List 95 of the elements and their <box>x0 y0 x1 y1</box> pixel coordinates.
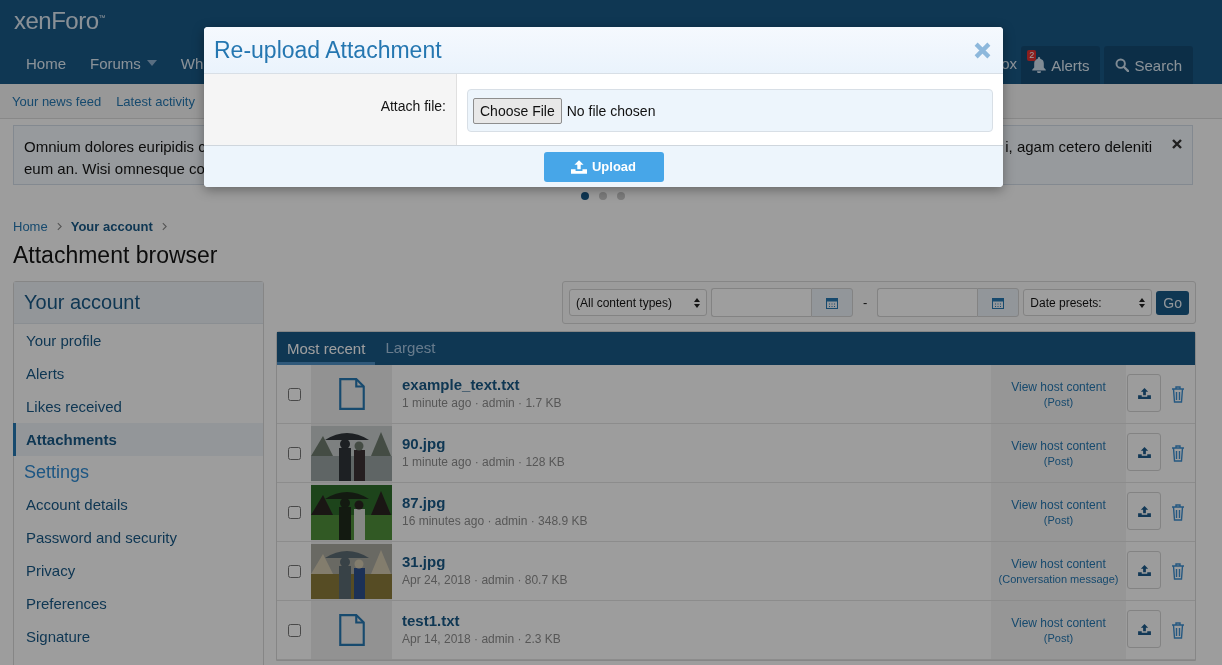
tab[interactable]: Largest <box>375 332 446 365</box>
range-separator: - <box>861 295 869 310</box>
file-meta: 1 minute ago · admin · 128 KB <box>402 455 566 469</box>
row-checkbox[interactable] <box>287 387 301 401</box>
site-logo[interactable]: xenForo$^{™}$ <box>14 7 106 35</box>
updown-icon <box>1139 297 1146 308</box>
sidebar-heading: Settings <box>23 461 91 484</box>
go-button[interactable]: Go <box>1156 290 1189 315</box>
host-type-label: (Conversation message) <box>998 573 1119 585</box>
upload-icon <box>1137 446 1151 458</box>
carousel-dot[interactable] <box>599 192 607 200</box>
sidebar-item[interactable]: Account details <box>13 488 263 521</box>
nav-link[interactable]: Forums <box>78 42 169 84</box>
host-type-label: (Post) <box>1043 632 1074 644</box>
sidebar-item[interactable]: Signature <box>13 620 263 653</box>
sub-nav-link[interactable]: Latest activity <box>116 93 195 109</box>
date-presets-select[interactable]: Date presets: <box>1023 289 1153 316</box>
breadcrumb-link[interactable]: Home <box>13 219 48 234</box>
file-status: No file chosen <box>566 102 656 119</box>
sidebar-item[interactable]: Alerts <box>13 357 263 390</box>
upload-icon <box>1137 505 1151 517</box>
calendar-button[interactable] <box>810 288 853 317</box>
notice-text: i, agam cetero deleniti <box>1005 137 1152 157</box>
calendar-icon <box>825 296 838 309</box>
updown-icon <box>693 297 700 308</box>
upload-icon <box>1137 623 1151 635</box>
row-checkbox[interactable] <box>287 446 301 460</box>
sub-nav-link[interactable]: Your news feed <box>12 93 102 109</box>
upload-button[interactable] <box>1127 433 1161 471</box>
upload-button[interactable] <box>1127 374 1161 412</box>
file-meta: Apr 14, 2018 · admin · 2.3 KB <box>402 632 562 646</box>
host-content-link[interactable]: View host content <box>1011 557 1106 571</box>
upload-icon <box>1137 387 1151 399</box>
carousel-dot[interactable] <box>617 192 625 200</box>
upload-button[interactable] <box>1127 551 1161 589</box>
calendar-icon <box>992 296 1005 309</box>
file-icon <box>338 614 365 646</box>
trash-icon <box>1171 621 1185 639</box>
host-content-link[interactable]: View host content <box>1011 380 1106 394</box>
upload-button[interactable] <box>1127 492 1161 530</box>
dialog-title: Re-upload Attachment <box>214 36 442 64</box>
close-icon[interactable] <box>1172 139 1182 149</box>
file-name-link[interactable]: example_text.txt <box>402 376 981 393</box>
sidebar-item[interactable]: Attachments <box>13 423 263 456</box>
file-icon <box>338 378 365 410</box>
bell-icon <box>1032 57 1047 73</box>
chevron-icon <box>56 222 62 231</box>
host-type-label: (Post) <box>1043 396 1074 408</box>
sidebar-item[interactable]: Preferences <box>13 587 263 620</box>
file-name-link[interactable]: 87.jpg <box>402 494 981 511</box>
upload-icon <box>570 159 587 174</box>
row-checkbox[interactable] <box>287 564 301 578</box>
carousel-dot[interactable] <box>581 192 589 200</box>
sidebar-item[interactable]: Your profile <box>13 324 263 357</box>
file-input[interactable]: Choose File No file chosen <box>467 89 993 132</box>
host-content-link[interactable]: View host content <box>1011 439 1106 453</box>
trash-icon <box>1171 385 1185 403</box>
trash-icon <box>1171 444 1185 462</box>
breadcrumb-link[interactable]: Your account <box>70 219 153 234</box>
sidebar-item[interactable]: Likes received <box>13 390 263 423</box>
search-button[interactable]: Search <box>1104 46 1193 84</box>
host-type-label: (Post) <box>1043 514 1074 526</box>
upload-button[interactable] <box>1127 610 1161 648</box>
chevron-icon <box>161 222 167 231</box>
host-type-label: (Post) <box>1043 455 1074 467</box>
sidebar-item[interactable]: Privacy <box>13 554 263 587</box>
file-meta: Apr 24, 2018 · admin · 80.7 KB <box>402 573 569 587</box>
start-date-field[interactable] <box>710 288 811 317</box>
upload-submit-button[interactable]: Upload <box>543 151 664 182</box>
upload-icon <box>1137 564 1151 576</box>
trash-icon <box>1171 562 1185 580</box>
file-meta: 16 minutes ago · admin · 348.9 KB <box>402 514 589 528</box>
field-label: Attach file: <box>204 74 457 145</box>
alerts-button[interactable]: 2 Alerts <box>1021 46 1101 84</box>
trash-icon <box>1171 503 1185 521</box>
notice-text: eum an. Wisi omnesque co <box>24 159 206 179</box>
alert-count-badge: 2 <box>1027 50 1037 61</box>
caret-icon <box>146 60 157 66</box>
host-content-link[interactable]: View host content <box>1011 498 1106 512</box>
file-name-link[interactable]: 31.jpg <box>402 553 981 570</box>
file-name-link[interactable]: 90.jpg <box>402 435 981 452</box>
row-checkbox[interactable] <box>287 505 301 519</box>
host-content-link[interactable]: View host content <box>1011 616 1106 630</box>
nav-link[interactable]: Home <box>14 42 78 84</box>
search-icon <box>1115 58 1130 72</box>
end-date-field[interactable] <box>877 288 978 317</box>
sidebar-item[interactable]: Password and security <box>13 521 263 554</box>
file-meta: 1 minute ago · admin · 1.7 KB <box>402 396 563 410</box>
file-name-link[interactable]: test1.txt <box>402 612 981 629</box>
choose-file-button[interactable]: Choose File <box>473 97 562 124</box>
page-title: Attachment browser <box>13 242 219 269</box>
calendar-button[interactable] <box>977 288 1020 317</box>
content-type-select[interactable]: (All content types) <box>568 289 707 316</box>
row-checkbox[interactable] <box>287 623 301 637</box>
sidebar-header: Your account <box>14 282 263 324</box>
